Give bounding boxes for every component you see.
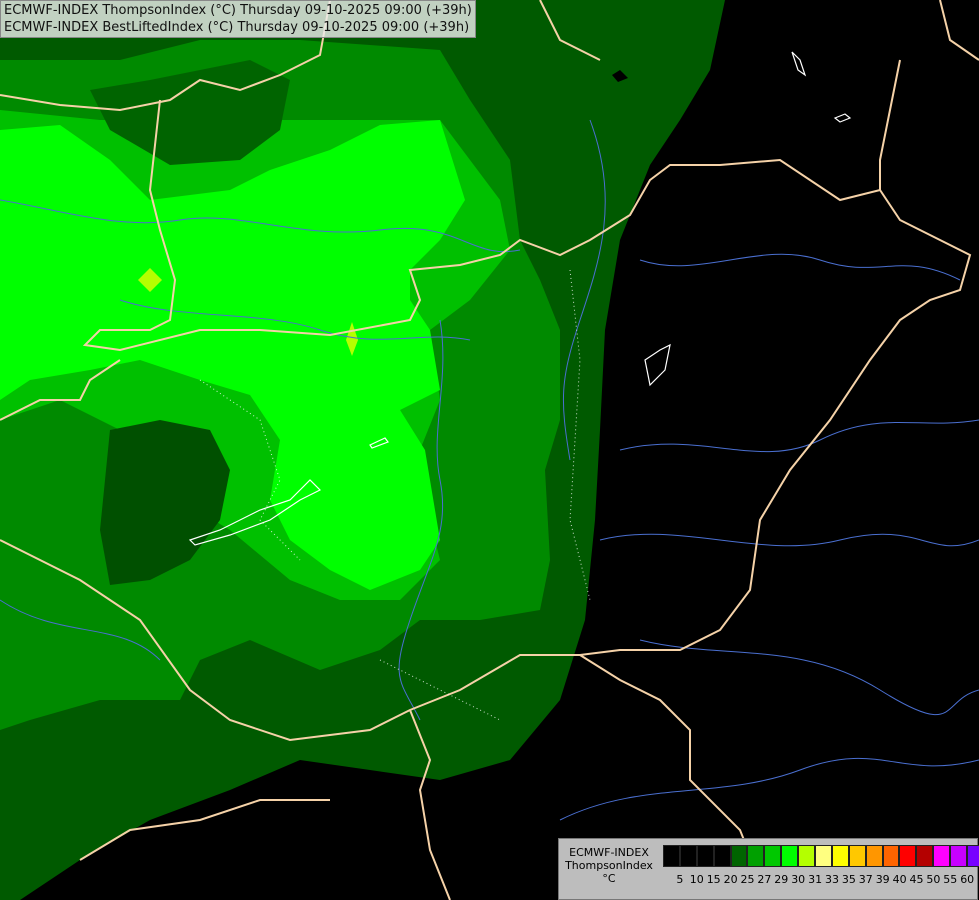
legend-swatch xyxy=(815,845,832,867)
legend-title-line-1: ECMWF-INDEX xyxy=(569,846,649,859)
legend-tick-label: 45 xyxy=(909,873,924,886)
legend-title-line-2: ThompsonIndex xyxy=(565,859,653,872)
legend-tick-label: 20 xyxy=(723,873,738,886)
legend-swatch xyxy=(798,845,816,867)
legend-swatch xyxy=(899,845,917,867)
legend-swatch xyxy=(831,845,849,867)
legend-tick-label: 50 xyxy=(926,873,941,886)
legend-tick-label: 55 xyxy=(943,873,958,886)
map-title-line-1: ECMWF-INDEX ThompsonIndex (°C) Thursday … xyxy=(4,3,472,18)
legend-tick-label: 25 xyxy=(740,873,755,886)
legend-swatch xyxy=(865,845,883,867)
legend-swatch xyxy=(950,845,968,867)
legend-swatch xyxy=(764,845,782,867)
legend-tick-label: 15 xyxy=(706,873,721,886)
legend-tick-label: 29 xyxy=(774,873,789,886)
legend-tick-label: 40 xyxy=(892,873,907,886)
legend-tick-label: 33 xyxy=(825,873,839,886)
legend-tick-label: 35 xyxy=(841,873,856,886)
legend-swatch xyxy=(781,845,799,867)
legend-swatch xyxy=(882,845,900,867)
legend-unit: °C xyxy=(602,872,616,885)
legend-swatch xyxy=(679,845,697,867)
legend-tick-label: 30 xyxy=(791,873,806,886)
legend-tick-label: 31 xyxy=(808,873,823,886)
legend-tick-label: 27 xyxy=(757,873,772,886)
legend-swatch xyxy=(663,845,680,867)
legend-swatch xyxy=(848,845,866,867)
legend-swatch xyxy=(916,845,934,867)
legend-swatch xyxy=(933,845,951,867)
legend-tick-label: 39 xyxy=(875,873,890,886)
map-title-box: ECMWF-INDEX ThompsonIndex (°C) Thursday … xyxy=(0,0,476,38)
legend-swatches xyxy=(663,845,979,867)
legend-swatch xyxy=(696,845,714,867)
weather-map xyxy=(0,0,979,900)
legend-swatch xyxy=(967,845,979,867)
legend-tick-label: 37 xyxy=(858,873,873,886)
legend-swatch xyxy=(730,845,748,867)
legend-tick-label: 60 xyxy=(960,873,975,886)
color-legend: ECMWF-INDEX ThompsonIndex °C 5 10 15 20 25 27… xyxy=(558,838,979,900)
legend-swatch xyxy=(747,845,765,867)
legend-tick-label: 10 xyxy=(689,873,704,886)
legend-swatch xyxy=(713,845,731,867)
legend-title: ECMWF-INDEX ThompsonIndex °C xyxy=(563,846,655,885)
map-title-line-2: ECMWF-INDEX BestLiftedIndex (°C) Thursda… xyxy=(4,20,470,35)
legend-ticks: 5 10 15 20 25 27 29 30 31 33 35 37 39 40 45 50 55 60 xyxy=(663,873,975,887)
legend-tick-label: 5 xyxy=(676,873,684,886)
